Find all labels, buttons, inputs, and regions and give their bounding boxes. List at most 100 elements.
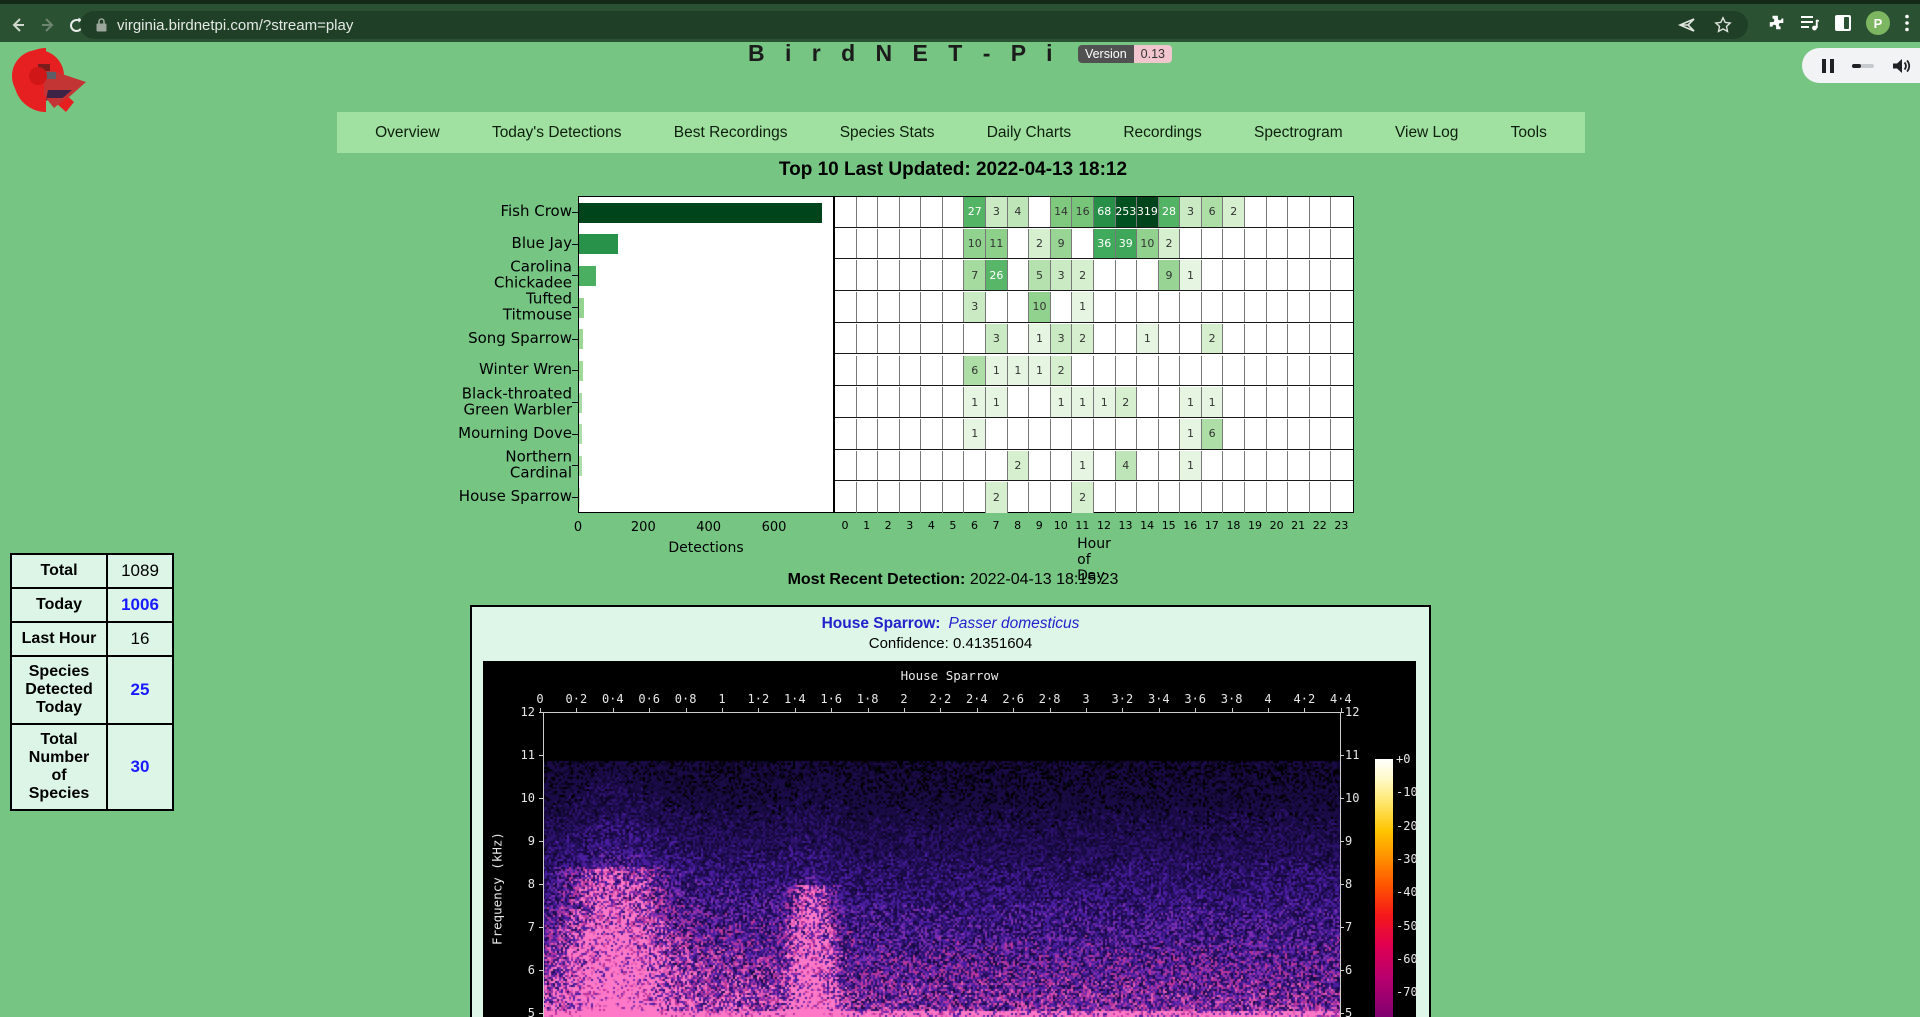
stats-value-link[interactable]: 25 — [131, 680, 150, 699]
send-icon[interactable] — [1678, 16, 1696, 34]
stream-audio-player[interactable] — [1802, 48, 1920, 83]
profile-avatar[interactable]: P — [1866, 11, 1890, 35]
spectrogram-freq-tick: 5 — [1345, 1006, 1375, 1017]
extensions-puzzle-icon[interactable] — [1767, 14, 1786, 33]
heatmap-cell — [1008, 324, 1030, 354]
heatmap-cell: 36 — [1094, 229, 1116, 259]
heatmap-cell — [1116, 324, 1138, 354]
stats-row: Last Hour16 — [11, 622, 173, 656]
hour-axis-tick: 10 — [1054, 519, 1068, 532]
tick-mark — [1159, 708, 1160, 712]
heatmap-cell — [1288, 197, 1310, 227]
heatmap-row: 61112 — [835, 356, 1353, 387]
bar-axis-tick: 200 — [631, 520, 656, 535]
heatmap-cell — [1072, 229, 1094, 259]
heatmap-cell — [943, 419, 965, 449]
heatmap-cell — [1159, 482, 1181, 513]
heatmap-cell — [1288, 451, 1310, 481]
stats-value-link[interactable]: 1006 — [121, 595, 159, 614]
nav-item-view-log[interactable]: View Log — [1395, 124, 1458, 142]
tick-mark — [539, 712, 543, 713]
address-bar[interactable]: virginia.birdnetpi.com/?stream=play — [80, 11, 1748, 39]
bar-axis-tick: 0 — [574, 520, 582, 535]
nav-item-overview[interactable]: Overview — [375, 124, 440, 142]
heatmap-cell: 253 — [1116, 197, 1138, 227]
nav-item-species-stats[interactable]: Species Stats — [840, 124, 935, 142]
browser-menu-kebab-icon[interactable] — [1904, 13, 1910, 33]
heatmap-cell — [900, 197, 922, 227]
hour-axis-tick: 23 — [1334, 519, 1348, 532]
spectrogram-time-tick: 0·4 — [602, 692, 624, 706]
spectrogram-time-tick: 3·6 — [1184, 692, 1206, 706]
heatmap-row: 11111211 — [835, 387, 1353, 418]
pause-icon[interactable] — [1822, 59, 1834, 73]
nav-item-tools[interactable]: Tools — [1511, 124, 1547, 142]
tick-mark — [1340, 798, 1344, 799]
heatmap-cell: 3 — [1051, 324, 1073, 354]
heatmap-cell — [1051, 292, 1073, 322]
detection-common-name-link[interactable]: House Sparrow: — [822, 615, 941, 632]
heatmap-row: 72653291 — [835, 260, 1353, 291]
heatmap-cell — [1094, 482, 1116, 513]
nav-item-best-recordings[interactable]: Best Recordings — [674, 124, 788, 142]
heatmap-cell: 2 — [1072, 482, 1094, 513]
browser-back-button[interactable] — [4, 11, 32, 39]
stats-value: 16 — [107, 622, 173, 656]
species-tick-mark — [572, 497, 578, 498]
tick-mark — [1086, 708, 1087, 712]
spectrogram-freq-tick: 12 — [1345, 705, 1375, 719]
detections-bar — [579, 393, 582, 413]
heatmap-cell — [1331, 451, 1353, 481]
heatmap-cell — [1310, 482, 1332, 513]
heatmap-cell — [1267, 451, 1289, 481]
heatmap-cell — [921, 324, 943, 354]
heatmap-cell — [1180, 356, 1202, 386]
tick-mark — [1340, 927, 1344, 928]
tick-mark — [613, 708, 614, 712]
hour-axis-tick: 2 — [885, 519, 892, 532]
nav-item-daily-charts[interactable]: Daily Charts — [987, 124, 1071, 142]
nav-item-spectrogram[interactable]: Spectrogram — [1254, 124, 1343, 142]
spectrogram-time-tick: 2·8 — [1039, 692, 1061, 706]
heatmap-cell — [1202, 292, 1224, 322]
heatmap-cell — [1331, 387, 1353, 417]
hour-axis-tick: 6 — [971, 519, 978, 532]
heatmap-cell: 2 — [1029, 229, 1051, 259]
tick-mark — [795, 708, 796, 712]
heatmap-cell — [857, 451, 879, 481]
bookmark-star-icon[interactable] — [1714, 16, 1732, 34]
heatmap-cell — [1310, 451, 1332, 481]
spectrogram-freq-tick: 8 — [483, 877, 535, 891]
spectrogram-right-axis — [1340, 712, 1341, 1017]
heatmap-cell — [1094, 324, 1116, 354]
heatmap-cell — [878, 451, 900, 481]
browser-forward-button[interactable] — [34, 11, 62, 39]
heatmap-cell — [1029, 387, 1051, 417]
detections-bar — [579, 298, 584, 318]
media-playlist-icon[interactable] — [1800, 14, 1820, 32]
heatmap-cell: 10 — [1029, 292, 1051, 322]
stats-value-link[interactable]: 30 — [131, 757, 150, 776]
volume-icon[interactable] — [1892, 58, 1911, 74]
side-panel-icon[interactable] — [1834, 14, 1852, 32]
heatmap-cell — [1245, 482, 1267, 513]
heatmap-cell — [1008, 419, 1030, 449]
tick-mark — [722, 708, 723, 712]
nav-item-recordings[interactable]: Recordings — [1123, 124, 1201, 142]
heatmap-cell — [878, 356, 900, 386]
heatmap-cell — [1008, 292, 1030, 322]
tick-mark — [539, 755, 543, 756]
nav-item-today-s-detections[interactable]: Today's Detections — [492, 124, 622, 142]
heatmap-cell — [878, 482, 900, 513]
spectrogram-freq-tick: 7 — [483, 920, 535, 934]
heatmap-cell: 9 — [1051, 229, 1073, 259]
heatmap-cell: 3 — [1180, 197, 1202, 227]
audio-progress-bar[interactable] — [1852, 64, 1874, 68]
heatmap-cell — [1331, 419, 1353, 449]
heatmap-cell — [986, 419, 1008, 449]
heatmap-cell: 1 — [1180, 387, 1202, 417]
heatmap-cell — [835, 197, 857, 227]
detections-bar — [579, 266, 596, 286]
detection-scientific-name[interactable]: Passer domesticus — [948, 615, 1079, 632]
heatmap-cell: 2 — [1159, 229, 1181, 259]
